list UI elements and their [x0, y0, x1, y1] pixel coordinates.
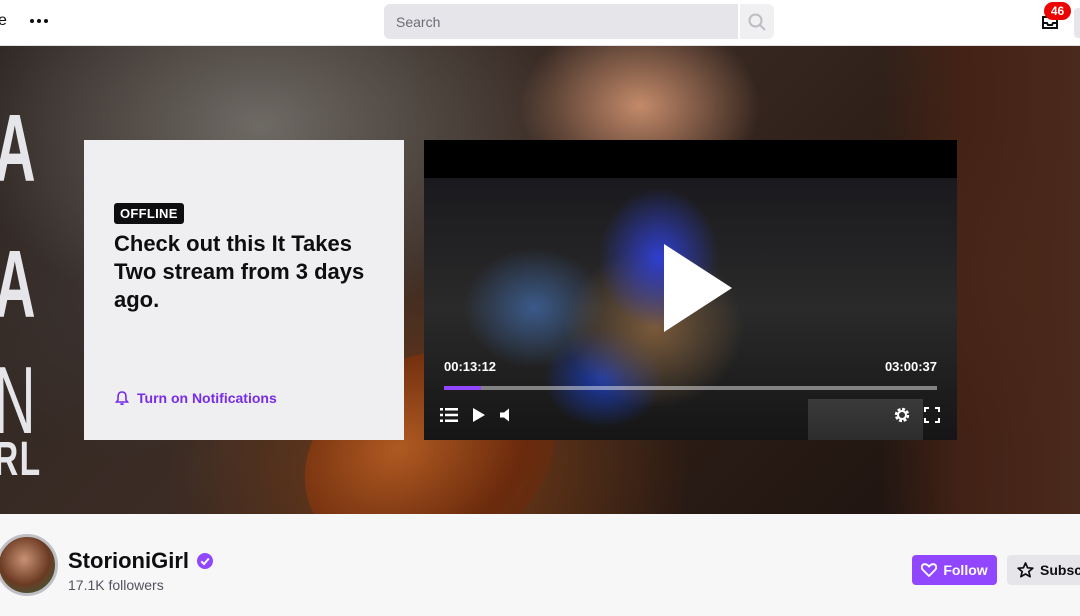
- dot-icon: [44, 19, 48, 23]
- list-icon: [440, 408, 458, 422]
- gear-icon: [894, 407, 910, 423]
- fullscreen-icon: [924, 407, 940, 423]
- play-icon: [473, 408, 485, 422]
- fullscreen-button[interactable]: [921, 404, 943, 426]
- play-button[interactable]: [468, 404, 490, 426]
- banner-lettering: A: [0, 230, 37, 340]
- search-input[interactable]: [384, 4, 738, 39]
- bell-icon: [114, 391, 130, 406]
- current-time: 00:13:12: [444, 359, 497, 374]
- more-options-button[interactable]: [30, 14, 48, 28]
- settings-button[interactable]: [891, 404, 913, 426]
- channel-name-text: StorioniGirl: [68, 548, 189, 573]
- dot-icon: [30, 19, 34, 23]
- video-player[interactable]: 00:13:12 03:00:37: [424, 140, 957, 440]
- heart-icon: [921, 563, 938, 577]
- avatar[interactable]: [0, 534, 58, 596]
- seek-bar[interactable]: [444, 386, 937, 390]
- offline-headline: Check out this It Takes Two stream from …: [114, 231, 365, 312]
- turn-on-notifications-link[interactable]: Turn on Notifications: [114, 390, 277, 406]
- volume-icon: [500, 408, 509, 422]
- search-bar: [384, 4, 774, 39]
- offline-card: OFFLINE Check out this It Takes Two stre…: [84, 140, 404, 440]
- subscribe-label: Subsc: [1040, 562, 1080, 578]
- chapters-button[interactable]: [438, 404, 460, 426]
- subscribe-button[interactable]: Subsc: [1007, 555, 1080, 585]
- channel-info-bar: StorioniGirl 17.1K followers Follow Subs…: [0, 514, 1080, 616]
- verified-icon: [197, 553, 213, 569]
- star-icon: [1017, 562, 1034, 578]
- nav-link-partial[interactable]: e: [0, 12, 7, 30]
- user-menu-partial[interactable]: [1074, 8, 1080, 38]
- notifications-label: Turn on Notifications: [137, 390, 277, 406]
- duration: 03:00:37: [884, 359, 937, 374]
- dot-icon: [37, 19, 41, 23]
- play-icon[interactable]: [660, 240, 736, 336]
- follow-label: Follow: [943, 562, 988, 578]
- search-icon: [748, 13, 766, 31]
- top-nav-bar: e 46: [0, 0, 1080, 46]
- search-button[interactable]: [740, 4, 774, 39]
- banner-lettering: A: [0, 94, 37, 204]
- inbox-count-badge: 46: [1044, 2, 1071, 20]
- banner-lettering: RL: [0, 433, 42, 486]
- follower-count: 17.1K followers: [68, 577, 164, 593]
- offline-badge: OFFLINE: [114, 203, 184, 224]
- mute-button[interactable]: [496, 404, 518, 426]
- seek-bar-progress: [444, 386, 481, 390]
- channel-name[interactable]: StorioniGirl: [68, 548, 213, 574]
- follow-button[interactable]: Follow: [912, 555, 997, 585]
